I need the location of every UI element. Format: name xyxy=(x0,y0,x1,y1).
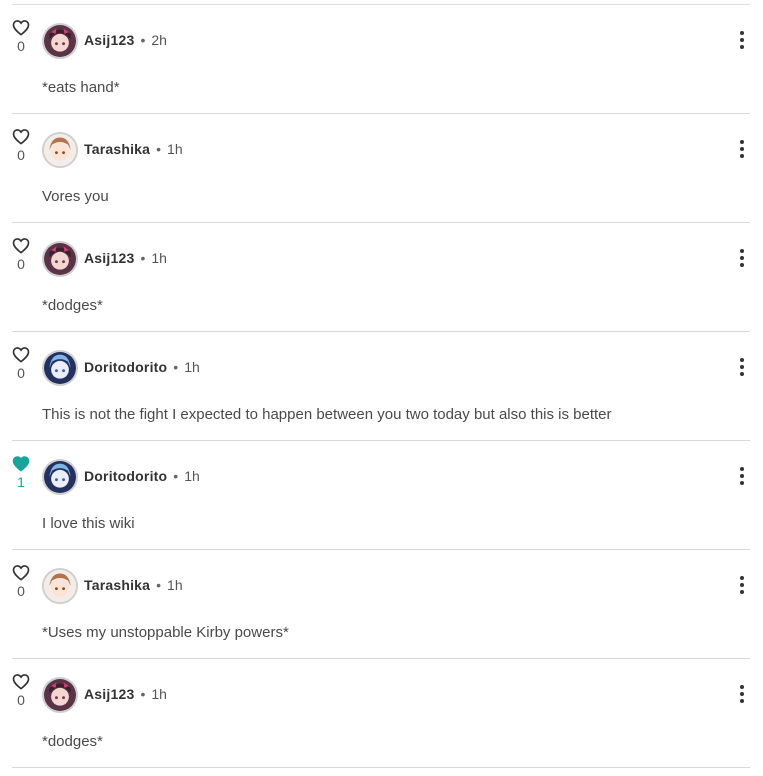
avatar[interactable] xyxy=(42,241,78,277)
comment-text: *dodges* xyxy=(42,733,103,750)
like-button[interactable]: 0 xyxy=(12,128,30,163)
tarashika-avatar-icon xyxy=(44,570,76,602)
more-options-button[interactable] xyxy=(738,576,746,596)
heart-outline-icon xyxy=(12,674,30,690)
asij-avatar-icon xyxy=(44,243,76,275)
comment-item: 0 Tarashika • 1h *Uses my unstoppable Kirb… xyxy=(12,550,750,659)
comment-text: *dodges* xyxy=(42,297,103,314)
separator: • xyxy=(173,359,179,375)
separator: • xyxy=(156,141,162,157)
comment-meta: Asij123 • 2h xyxy=(84,32,167,48)
separator: • xyxy=(140,32,146,48)
separator: • xyxy=(156,577,162,593)
timestamp: 1h xyxy=(184,468,200,484)
comment-item: 0 Asij123 • 1h *dodges* xyxy=(12,659,750,768)
timestamp: 1h xyxy=(184,359,200,375)
comment-item: 0 Tarashika • 1h Vores you xyxy=(12,114,750,223)
like-count: 0 xyxy=(17,256,25,272)
username[interactable]: Doritodorito xyxy=(84,359,167,375)
username[interactable]: Asij123 xyxy=(84,250,134,266)
timestamp: 1h xyxy=(151,686,167,702)
comment-meta: Tarashika • 1h xyxy=(84,577,183,593)
comment-meta: Asij123 • 1h xyxy=(84,686,167,702)
like-button[interactable]: 1 xyxy=(12,455,30,490)
heart-outline-icon xyxy=(12,565,30,581)
comment-text: Vores you xyxy=(42,188,109,205)
avatar[interactable] xyxy=(42,677,78,713)
comment-item: 1 Doritodorito • 1h I love this wiki xyxy=(12,441,750,550)
like-button[interactable]: 0 xyxy=(12,19,30,54)
comment-meta: Doritodorito • 1h xyxy=(84,468,200,484)
like-button[interactable]: 0 xyxy=(12,673,30,708)
heart-outline-icon xyxy=(12,238,30,254)
comment-item: 0 Asij123 • 1h *dodges* xyxy=(12,223,750,332)
like-count: 0 xyxy=(17,38,25,54)
avatar[interactable] xyxy=(42,350,78,386)
timestamp: 1h xyxy=(167,141,183,157)
more-options-button[interactable] xyxy=(738,249,746,269)
heart-filled-icon xyxy=(12,456,30,472)
like-count: 1 xyxy=(17,474,25,490)
like-count: 0 xyxy=(17,692,25,708)
username[interactable]: Tarashika xyxy=(84,577,150,593)
comment-meta: Asij123 • 1h xyxy=(84,250,167,266)
like-button[interactable]: 0 xyxy=(12,237,30,272)
heart-outline-icon xyxy=(12,129,30,145)
like-count: 0 xyxy=(17,583,25,599)
like-count: 0 xyxy=(17,365,25,381)
asij-avatar-icon xyxy=(44,679,76,711)
heart-outline-icon xyxy=(12,347,30,363)
asij-avatar-icon xyxy=(44,25,76,57)
comment-text: *eats hand* xyxy=(42,79,120,96)
like-button[interactable]: 0 xyxy=(12,564,30,599)
username[interactable]: Asij123 xyxy=(84,32,134,48)
more-options-button[interactable] xyxy=(738,31,746,51)
comment-item: 0 Asij123 • 2h *eats hand* xyxy=(12,5,750,114)
comment-meta: Tarashika • 1h xyxy=(84,141,183,157)
like-button[interactable]: 0 xyxy=(12,346,30,381)
username[interactable]: Asij123 xyxy=(84,686,134,702)
avatar[interactable] xyxy=(42,568,78,604)
like-count: 0 xyxy=(17,147,25,163)
more-options-button[interactable] xyxy=(738,685,746,705)
tarashika-avatar-icon xyxy=(44,134,76,166)
separator: • xyxy=(173,468,179,484)
more-options-button[interactable] xyxy=(738,467,746,487)
comment-meta: Doritodorito • 1h xyxy=(84,359,200,375)
username[interactable]: Tarashika xyxy=(84,141,150,157)
comment-text: This is not the fight I expected to happ… xyxy=(42,406,612,423)
avatar[interactable] xyxy=(42,459,78,495)
comment-item: 0 Doritodorito • 1h This is not the fight … xyxy=(12,332,750,441)
avatar[interactable] xyxy=(42,23,78,59)
heart-outline-icon xyxy=(12,20,30,36)
separator: • xyxy=(140,686,146,702)
timestamp: 1h xyxy=(167,577,183,593)
more-options-button[interactable] xyxy=(738,140,746,160)
avatar[interactable] xyxy=(42,132,78,168)
timestamp: 2h xyxy=(151,32,167,48)
more-options-button[interactable] xyxy=(738,358,746,378)
separator: • xyxy=(140,250,146,266)
timestamp: 1h xyxy=(151,250,167,266)
doritodorito-avatar-icon xyxy=(44,461,76,493)
comment-text: *Uses my unstoppable Kirby powers* xyxy=(42,624,289,641)
doritodorito-avatar-icon xyxy=(44,352,76,384)
comment-text: I love this wiki xyxy=(42,515,135,532)
username[interactable]: Doritodorito xyxy=(84,468,167,484)
